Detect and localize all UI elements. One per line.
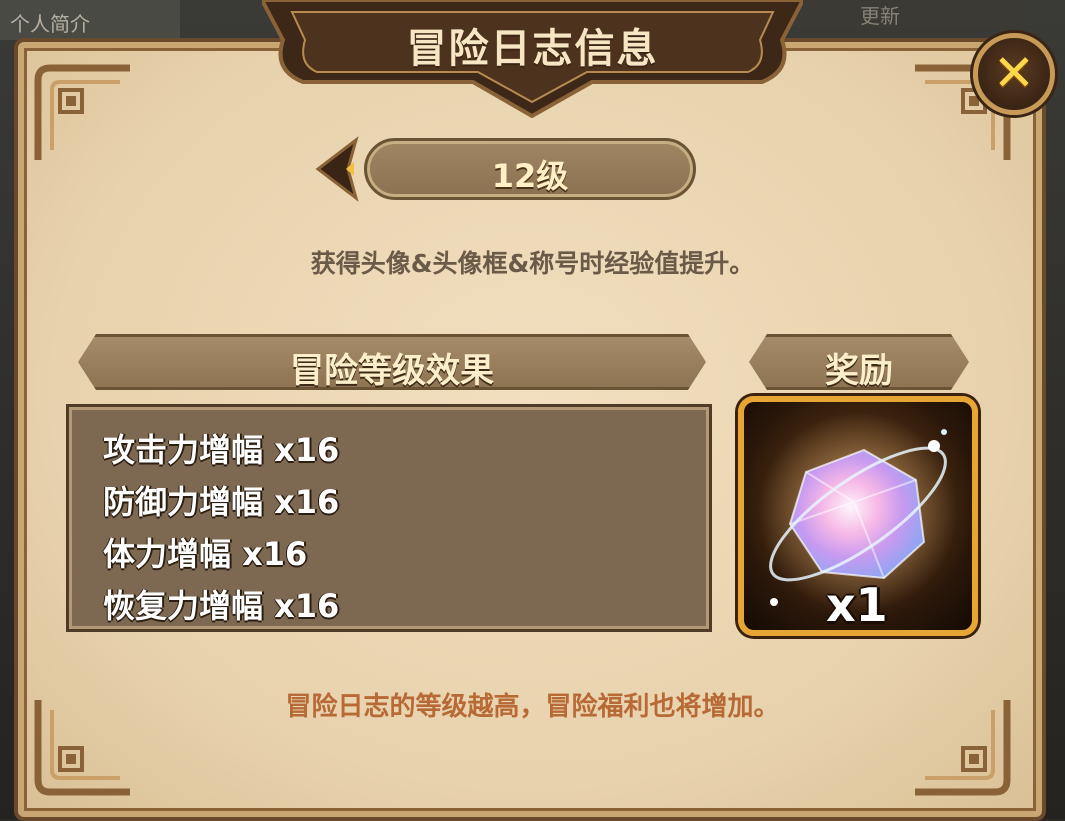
reward-item-count: x1 (826, 578, 888, 632)
effect-item: 体力增幅 x16 (103, 535, 308, 573)
background-tab-label: 更新 (860, 4, 900, 28)
effect-item: 恢复力增幅 x16 (103, 587, 340, 625)
background-tab-profile: 个人简介 (0, 0, 180, 40)
close-icon: ✕ (993, 44, 1035, 102)
footer-hint-text: 冒险日志的等级越高，冒险福利也将增加。 (285, 692, 780, 722)
effect-item: 防御力增幅 x16 (103, 483, 340, 521)
close-button[interactable]: ✕ (973, 33, 1055, 115)
reward-header-label: 奖励 (825, 351, 893, 391)
previous-level-button[interactable] (312, 136, 362, 202)
background-tab-update: 更新 (790, 0, 1030, 28)
effects-header-label: 冒险等级效果 (290, 351, 494, 391)
reward-header: 奖励 (749, 334, 969, 390)
corner-ornament (30, 60, 140, 170)
window-title: 冒险日志信息 (406, 26, 659, 72)
effects-header: 冒险等级效果 (78, 334, 706, 390)
reward-item-slot[interactable]: x1 (738, 396, 978, 636)
effect-item: 攻击力增幅 x16 (103, 431, 340, 469)
chevron-left-icon (315, 136, 359, 202)
exp-info-text: 获得头像&头像框&称号时经验值提升。 (310, 249, 755, 278)
level-display: 12级 (364, 138, 696, 200)
effects-list: 攻击力增幅 x16 防御力增幅 x16 体力增幅 x16 恢复力增幅 x16 (66, 404, 712, 632)
level-label: 12级 (491, 157, 569, 195)
background-tab-label: 个人简介 (10, 12, 90, 36)
title-banner: 冒险日志信息 (262, 0, 803, 118)
